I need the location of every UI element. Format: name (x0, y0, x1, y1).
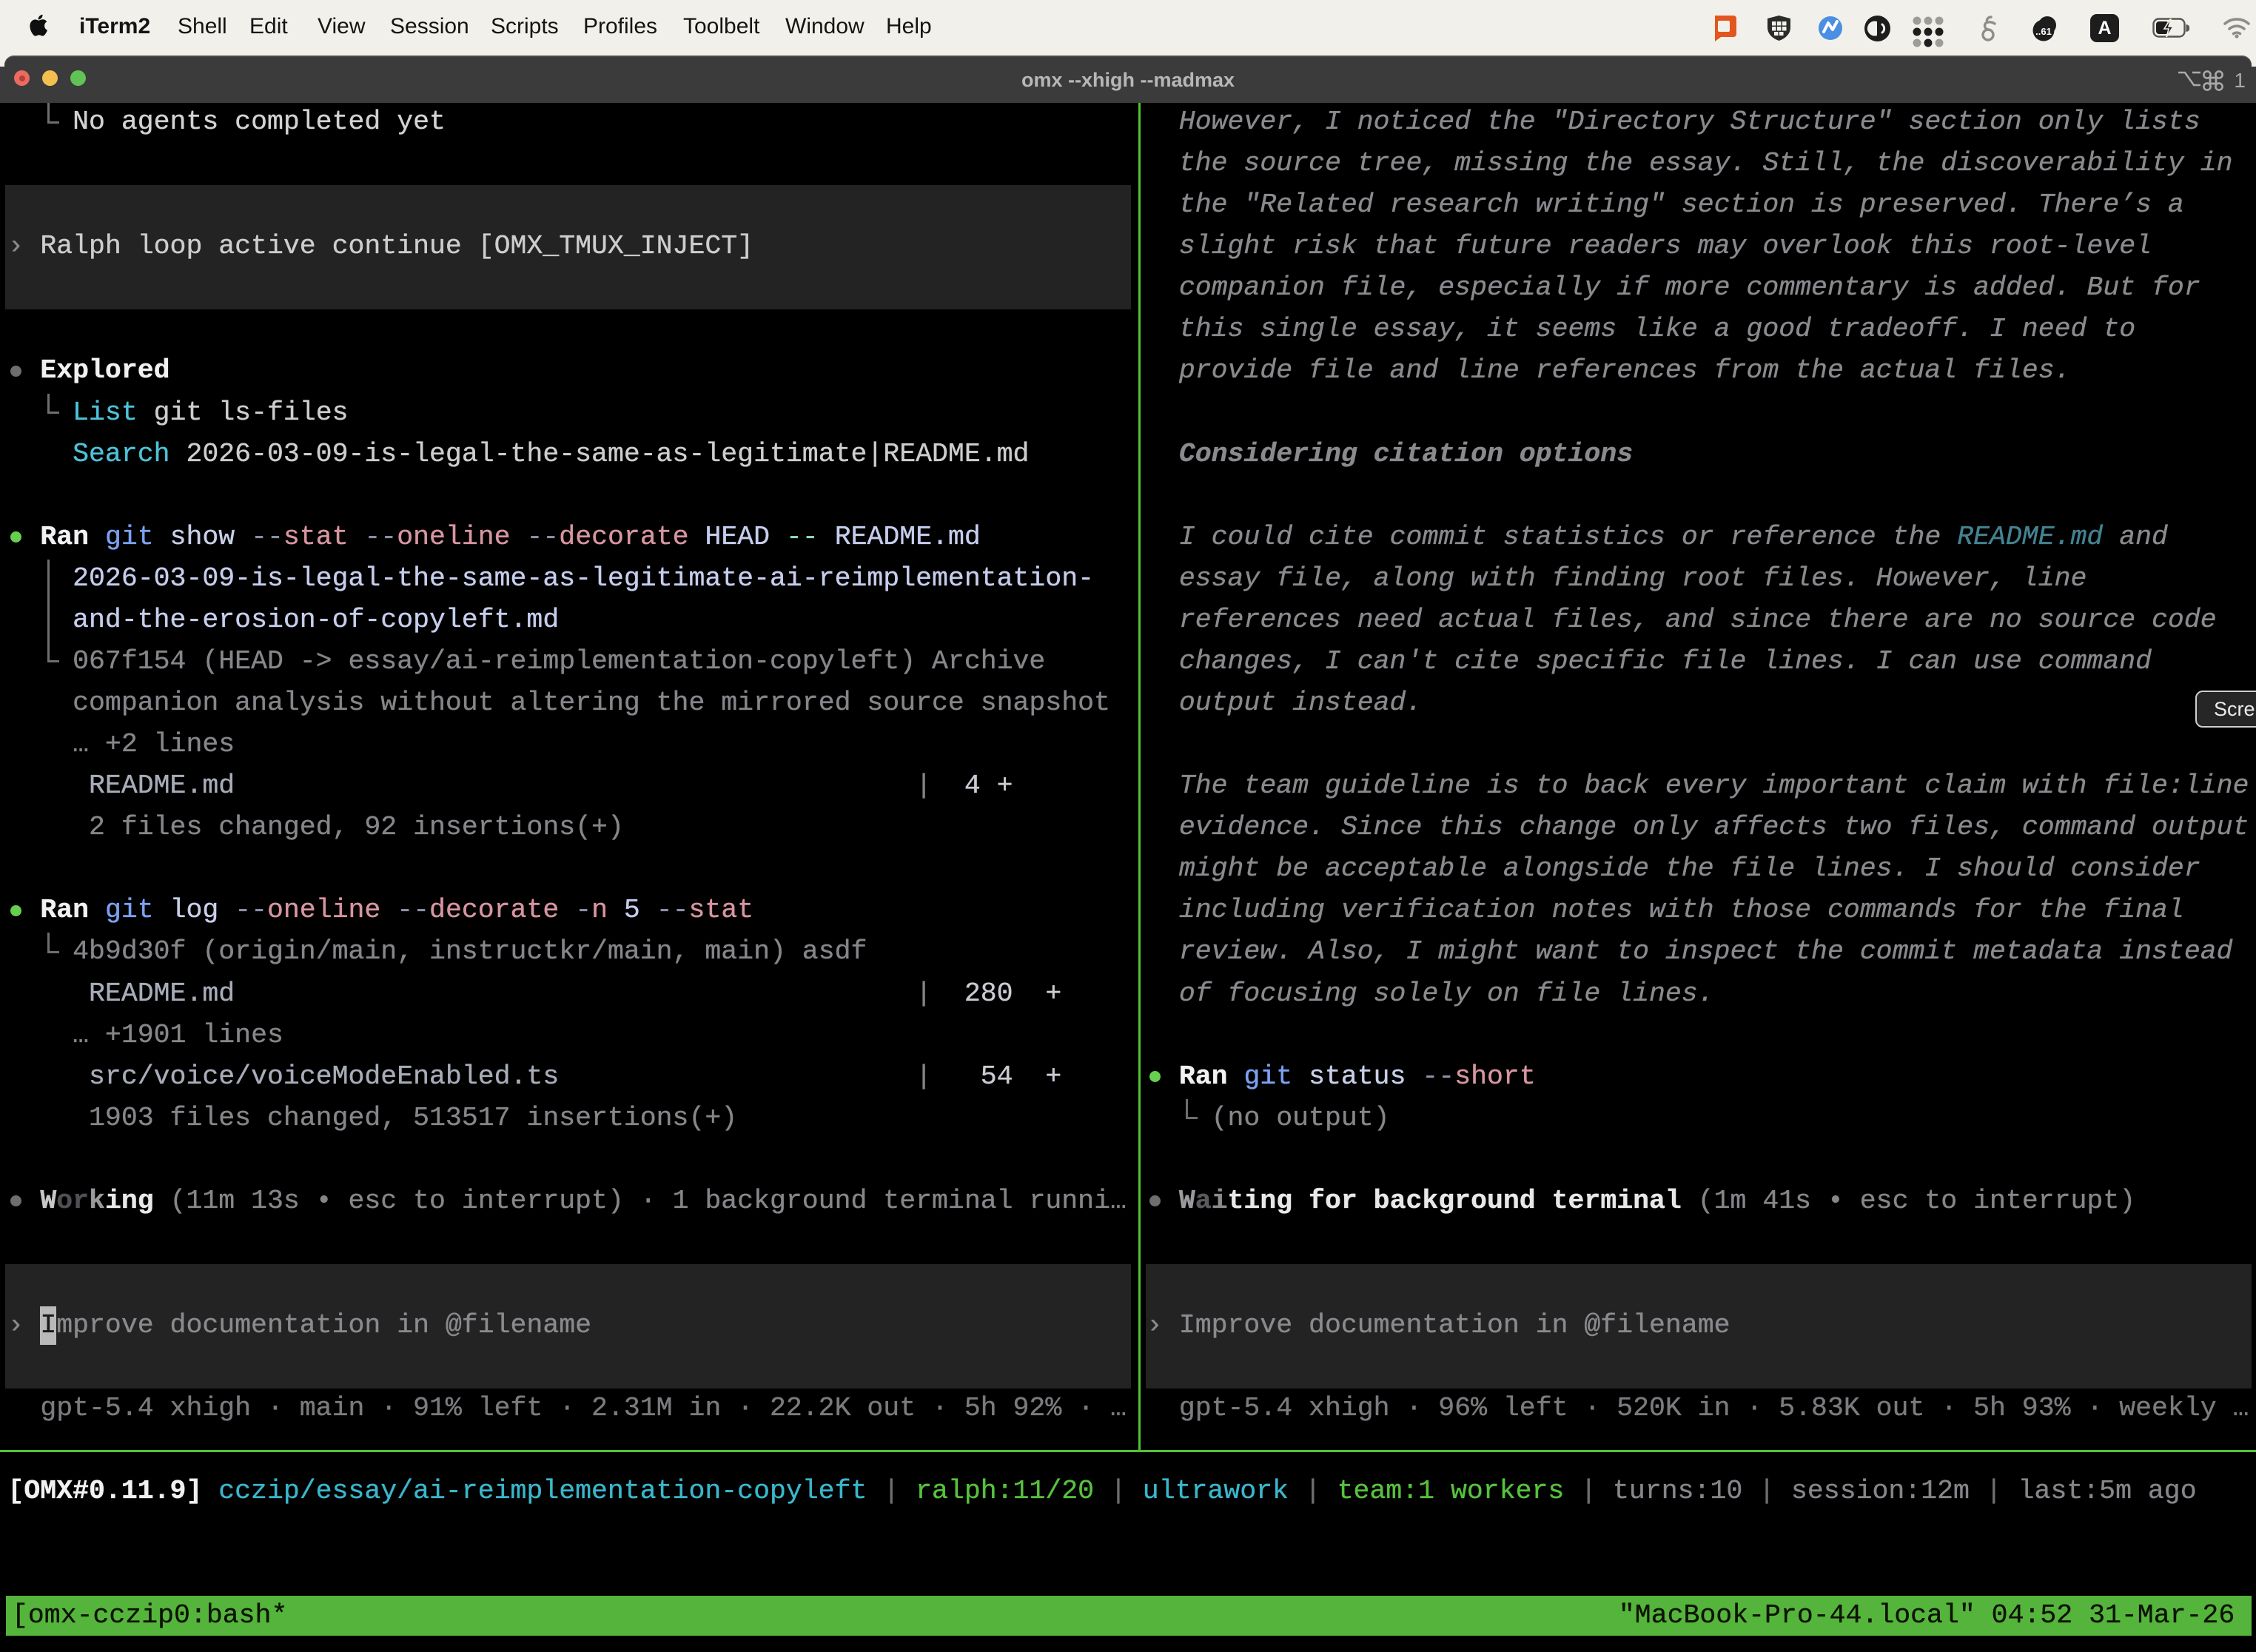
svg-text:..61: ..61 (2035, 26, 2052, 37)
